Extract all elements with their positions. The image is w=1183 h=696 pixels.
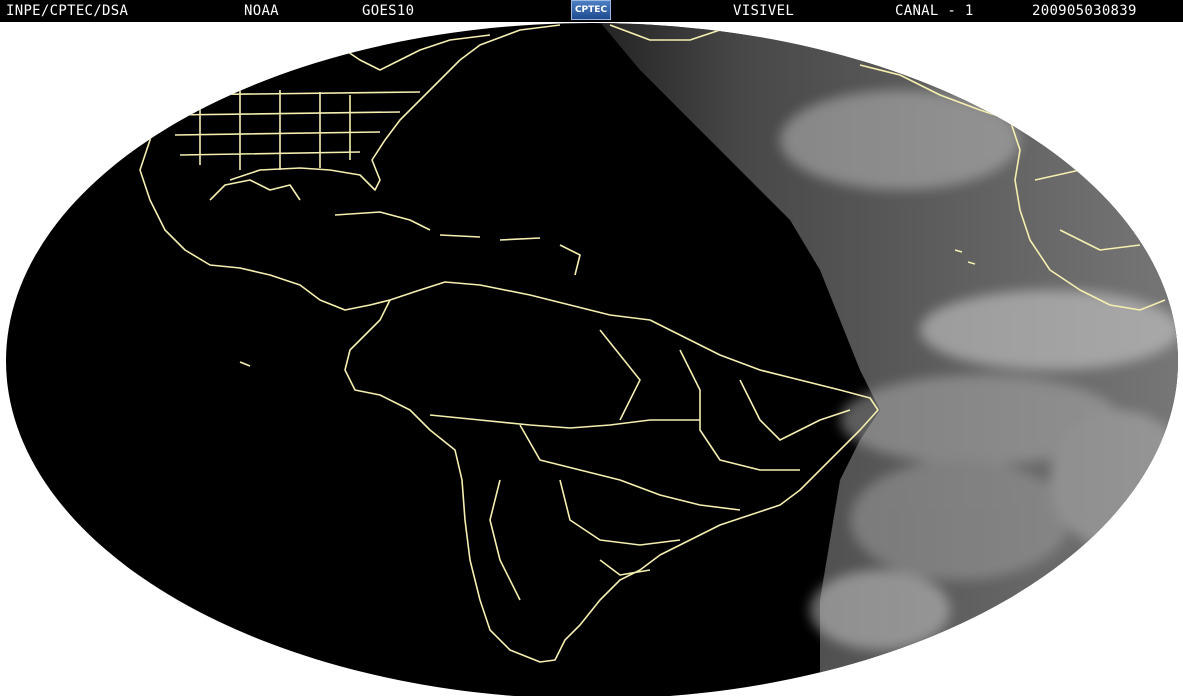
agency-label: NOAA xyxy=(244,3,279,19)
source-label: INPE/CPTEC/DSA xyxy=(6,3,129,19)
logo-text: CPTEC xyxy=(574,5,608,15)
image-header-bar: INPE/CPTEC/DSA NOAA GOES10 CPTEC VISIVEL… xyxy=(0,0,1183,22)
timestamp-label: 200905030839 xyxy=(1032,3,1137,19)
channel-label: CANAL - 1 xyxy=(895,3,974,19)
satellite-label: GOES10 xyxy=(362,3,415,19)
satellite-image-viewer: INPE/CPTEC/DSA NOAA GOES10 CPTEC VISIVEL… xyxy=(0,0,1183,696)
earth-disk-image xyxy=(6,23,1178,696)
cptec-logo: CPTEC xyxy=(571,0,611,20)
band-label: VISIVEL xyxy=(733,3,795,19)
